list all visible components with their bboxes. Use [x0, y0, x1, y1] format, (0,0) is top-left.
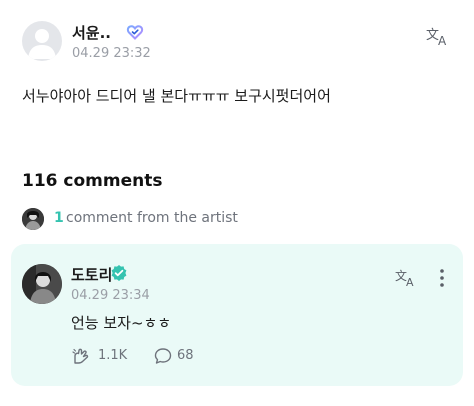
like-count: 1.1K: [98, 348, 128, 363]
artist-comment-count: 1: [54, 210, 64, 226]
artist-comment-card: 도토리 04.29 23:34 文 A 언능 보자~ㅎㅎ 1.1K 68: [11, 244, 463, 386]
artist-comment-text: 언능 보자~ㅎㅎ: [71, 314, 172, 332]
reply-button[interactable]: 68: [153, 345, 213, 367]
translate-icon[interactable]: 文 A: [426, 25, 452, 48]
translate-icon[interactable]: 文 A: [395, 267, 419, 289]
artist-comments-link[interactable]: 1 comment from the artist: [22, 208, 452, 232]
comments-count: 116 comments: [22, 171, 163, 191]
artist-comment-label: comment from the artist: [66, 210, 238, 226]
cheer-hand-icon: [72, 348, 89, 364]
artist-name[interactable]: 도토리: [71, 264, 112, 285]
more-options-icon[interactable]: [438, 267, 446, 289]
post-header: 서윤.. 04.29 23:32 文 A: [22, 21, 452, 65]
post-timestamp: 04.29 23:32: [72, 46, 151, 61]
post-author-name[interactable]: 서윤..: [72, 22, 111, 43]
user-silhouette-icon: [28, 29, 56, 59]
reply-count: 68: [177, 348, 194, 363]
verified-check-icon: [110, 264, 128, 282]
artist-avatar[interactable]: [22, 264, 62, 304]
like-button[interactable]: 1.1K: [71, 345, 141, 367]
svg-text:A: A: [406, 276, 414, 287]
post-body-text: 서누야아아 드디어 낼 본다ㅠㅠㅠ 보구시펏더어어: [22, 87, 331, 105]
comment-actions: 1.1K 68: [71, 345, 271, 367]
artist-comment-timestamp: 04.29 23:34: [71, 288, 150, 303]
artist-mini-avatar: [22, 208, 44, 230]
reply-bubble-icon: [154, 348, 172, 364]
heart-badge-icon: [126, 23, 144, 41]
svg-text:A: A: [438, 34, 447, 47]
default-avatar[interactable]: [22, 21, 62, 61]
